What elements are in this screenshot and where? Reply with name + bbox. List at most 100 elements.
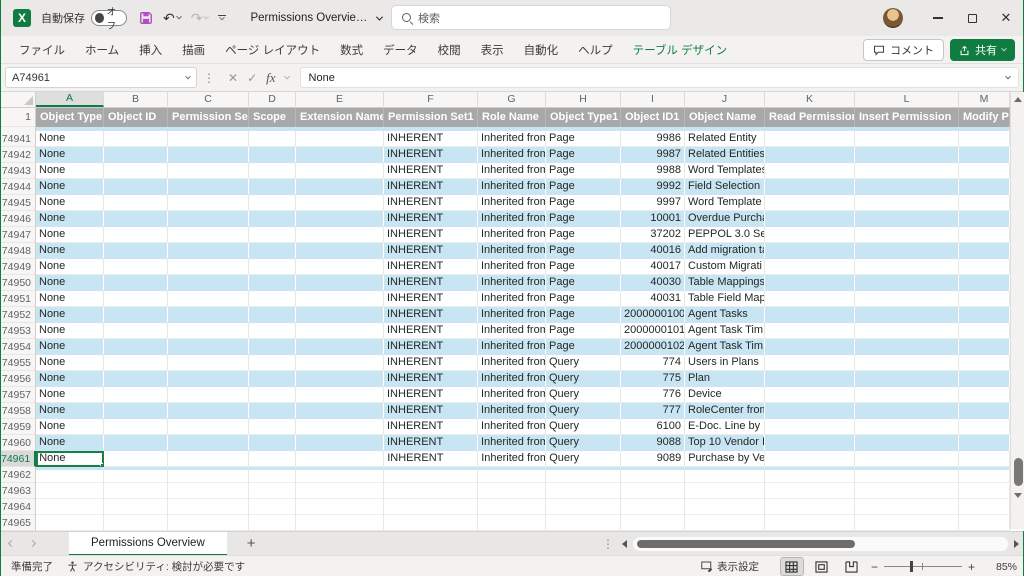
- accessibility-status[interactable]: アクセシビリティ: 検討が必要です: [67, 559, 245, 574]
- grid-cell[interactable]: INHERENT: [384, 227, 478, 243]
- tab-ホーム[interactable]: ホーム: [75, 37, 129, 63]
- grid-cell[interactable]: [249, 435, 296, 451]
- grid-cell[interactable]: [765, 291, 855, 307]
- grid-cell[interactable]: [855, 307, 959, 323]
- grid-cell[interactable]: [546, 515, 621, 531]
- grid-cell[interactable]: Page: [546, 195, 621, 211]
- grid-cell[interactable]: None: [36, 163, 104, 179]
- grid-cell[interactable]: [765, 195, 855, 211]
- grid-cell[interactable]: [384, 499, 478, 515]
- grid-cell[interactable]: Page: [546, 307, 621, 323]
- grid-cell[interactable]: None: [36, 387, 104, 403]
- grid-cell[interactable]: [296, 371, 384, 387]
- grid-cell[interactable]: [959, 451, 1010, 467]
- grid-cell[interactable]: [168, 291, 249, 307]
- grid-cell[interactable]: INHERENT: [384, 291, 478, 307]
- grid-cell[interactable]: [296, 211, 384, 227]
- grid-cell[interactable]: [168, 211, 249, 227]
- grid-cell[interactable]: 37202: [621, 227, 685, 243]
- grid-cell[interactable]: Page: [546, 211, 621, 227]
- insert-function-button[interactable]: fx: [266, 70, 275, 86]
- grid-cell[interactable]: [478, 483, 546, 499]
- normal-view-button[interactable]: [781, 558, 803, 575]
- grid-cell[interactable]: 2000000101: [621, 323, 685, 339]
- formula-input[interactable]: None: [300, 67, 1019, 88]
- grid-cell[interactable]: [104, 355, 168, 371]
- table-header-cell[interactable]: Object Type1: [546, 108, 621, 127]
- grid-cell[interactable]: [765, 243, 855, 259]
- grid-cell[interactable]: [546, 499, 621, 515]
- grid-cell[interactable]: [685, 467, 765, 483]
- row-header-74953[interactable]: 74953: [1, 323, 36, 339]
- sheet-nav-right-icon[interactable]: [22, 541, 43, 546]
- grid-cell[interactable]: [168, 195, 249, 211]
- grid-cell[interactable]: None: [36, 403, 104, 419]
- grid-cell[interactable]: [765, 387, 855, 403]
- row-header-74956[interactable]: 74956: [1, 371, 36, 387]
- grid-cell[interactable]: [765, 179, 855, 195]
- grid-cell[interactable]: [765, 515, 855, 531]
- grid-cell[interactable]: Inherited from: [478, 147, 546, 163]
- grid-cell[interactable]: [959, 195, 1010, 211]
- grid-cell[interactable]: Query: [546, 419, 621, 435]
- grid-cell[interactable]: [296, 403, 384, 419]
- share-button[interactable]: 共有: [950, 39, 1015, 61]
- grid-cell[interactable]: [104, 211, 168, 227]
- table-header-cell[interactable]: Modify Pe: [959, 108, 1010, 127]
- grid-cell[interactable]: 9997: [621, 195, 685, 211]
- grid-cell[interactable]: [36, 499, 104, 515]
- grid-cell[interactable]: [685, 515, 765, 531]
- grid-cell[interactable]: [296, 467, 384, 483]
- row-header-74958[interactable]: 74958: [1, 403, 36, 419]
- row-header-74952[interactable]: 74952: [1, 307, 36, 323]
- grid-cell[interactable]: [296, 195, 384, 211]
- grid-cell[interactable]: [765, 131, 855, 147]
- grid-cell[interactable]: [104, 291, 168, 307]
- grid-cell[interactable]: Query: [546, 387, 621, 403]
- grid-cell[interactable]: [296, 275, 384, 291]
- grid-cell[interactable]: [249, 195, 296, 211]
- grid-cell[interactable]: 10001: [621, 211, 685, 227]
- grid-cell[interactable]: [168, 307, 249, 323]
- grid-cell[interactable]: Query: [546, 451, 621, 467]
- column-header-I[interactable]: I: [621, 92, 685, 107]
- grid-cell[interactable]: None: [36, 195, 104, 211]
- grid-cell[interactable]: [765, 451, 855, 467]
- grid-cell[interactable]: [959, 211, 1010, 227]
- grid-cell[interactable]: Inherited from: [478, 419, 546, 435]
- grid-cell[interactable]: [765, 355, 855, 371]
- grid-cell[interactable]: INHERENT: [384, 371, 478, 387]
- grid-cell[interactable]: [959, 131, 1010, 147]
- grid-cell[interactable]: [104, 483, 168, 499]
- grid-cell[interactable]: [855, 451, 959, 467]
- grid-cell[interactable]: [249, 467, 296, 483]
- hscroll-left-icon[interactable]: [622, 540, 627, 548]
- table-header-cell[interactable]: Insert Permission: [855, 108, 959, 127]
- grid-cell[interactable]: [249, 307, 296, 323]
- grid-cell[interactable]: INHERENT: [384, 435, 478, 451]
- grid-cell[interactable]: [855, 499, 959, 515]
- grid-cell[interactable]: INHERENT: [384, 163, 478, 179]
- grid-cell[interactable]: [296, 515, 384, 531]
- grid-cell[interactable]: [959, 403, 1010, 419]
- row-header-74942[interactable]: 74942: [1, 147, 36, 163]
- grid-cell[interactable]: [765, 339, 855, 355]
- row-header-74964[interactable]: 74964: [1, 499, 36, 515]
- row-header-74941[interactable]: 74941: [1, 131, 36, 147]
- grid-cell[interactable]: Inherited from: [478, 195, 546, 211]
- grid-cell[interactable]: [249, 259, 296, 275]
- tab-ヘルプ[interactable]: ヘルプ: [568, 37, 623, 63]
- grid-cell[interactable]: [296, 291, 384, 307]
- grid-cell[interactable]: [855, 195, 959, 211]
- grid-cell[interactable]: [104, 387, 168, 403]
- grid-cell[interactable]: [855, 227, 959, 243]
- table-header-cell[interactable]: Object Name: [685, 108, 765, 127]
- page-break-view-button[interactable]: [841, 558, 863, 575]
- grid-cell[interactable]: [478, 499, 546, 515]
- vertical-scroll-thumb[interactable]: [1014, 458, 1023, 486]
- grid-cell[interactable]: [104, 339, 168, 355]
- grid-cell[interactable]: [959, 339, 1010, 355]
- cancel-entry-icon[interactable]: ✕: [228, 71, 238, 85]
- grid-cell[interactable]: Page: [546, 179, 621, 195]
- row-header-74955[interactable]: 74955: [1, 355, 36, 371]
